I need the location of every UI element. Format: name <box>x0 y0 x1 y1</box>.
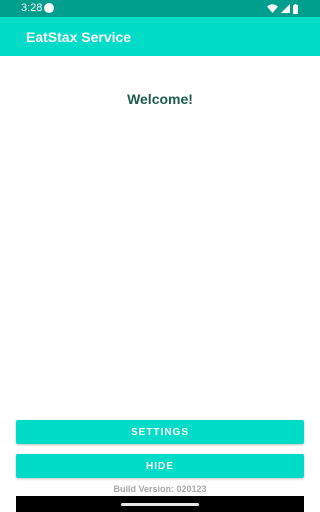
system-navigation-bar <box>16 496 304 512</box>
app-bar: EatStax Service <box>0 17 320 56</box>
settings-button[interactable]: SETTINGS <box>16 420 304 444</box>
app-title: EatStax Service <box>26 29 132 45</box>
app-screen: 3:28 EatStax Service Welcome! SETTINGS H… <box>0 0 320 512</box>
notification-dot-icon <box>44 3 54 13</box>
status-icons <box>267 3 298 14</box>
hide-button[interactable]: HIDE <box>16 454 304 478</box>
cellular-signal-icon <box>281 4 290 13</box>
status-bar: 3:28 <box>0 0 320 17</box>
battery-icon <box>293 3 298 14</box>
welcome-message: Welcome! <box>127 91 193 107</box>
wifi-icon <box>267 4 278 13</box>
status-time: 3:28 <box>21 2 43 14</box>
home-gesture-handle[interactable] <box>121 503 199 506</box>
build-version-label: Build Version: 020123 <box>113 484 207 494</box>
